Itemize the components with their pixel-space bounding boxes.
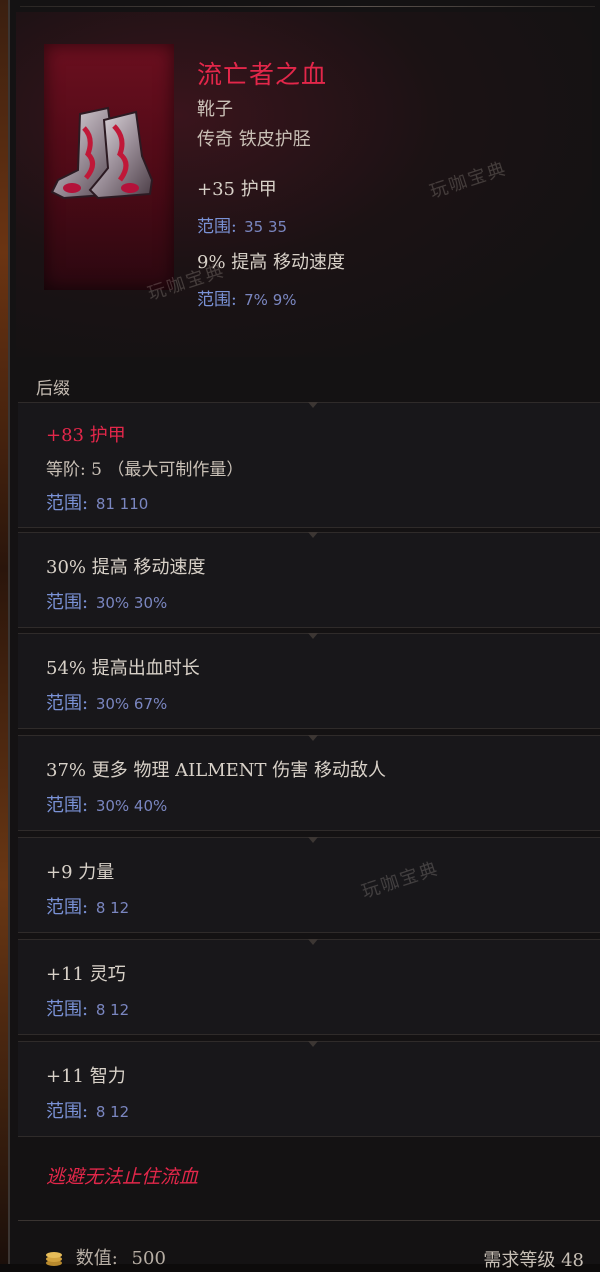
affix-row: 37% 更多 物理 AILMENT 伤害 移动敌人 范围: 30% 40% bbox=[18, 735, 600, 831]
range-label: 范围: bbox=[46, 795, 89, 816]
range-values: 7% 9% bbox=[244, 291, 297, 309]
affix-row: +9 力量 范围: 8 12 bbox=[18, 837, 600, 933]
range-label: 范围: bbox=[46, 493, 89, 514]
implicit-range: 范围: 35 35 bbox=[197, 212, 287, 237]
affix-range: 范围: 30% 67% bbox=[46, 689, 167, 715]
unique-effect-text: 逃避无法止住流血 bbox=[46, 1166, 199, 1188]
affix-row: +11 灵巧 范围: 8 12 bbox=[18, 939, 600, 1035]
value-label: 数值: bbox=[75, 1248, 118, 1269]
range-values: 30% 40% bbox=[95, 797, 168, 815]
affix-value: +11 智力 bbox=[46, 1066, 126, 1087]
range-values: 30% 30% bbox=[95, 594, 168, 612]
affix-value: +9 力量 bbox=[46, 862, 115, 883]
range-values: 30% 67% bbox=[95, 695, 168, 713]
red-boots-icon bbox=[50, 106, 154, 200]
range-label: 范围: bbox=[46, 1101, 89, 1122]
coin-stack-icon bbox=[44, 1249, 64, 1272]
implicit-value: +35 护甲 bbox=[197, 179, 277, 200]
item-value: 数值: 500 bbox=[44, 1244, 166, 1272]
range-label: 范围: bbox=[46, 999, 89, 1020]
item-rarity: 传奇 铁皮护胫 bbox=[197, 129, 311, 150]
affix-range: 范围: 8 12 bbox=[46, 1097, 129, 1123]
top-divider bbox=[20, 6, 595, 7]
range-values: 81 110 bbox=[95, 495, 149, 513]
affix-range: 范围: 30% 40% bbox=[46, 791, 167, 817]
implicit-range: 范围: 7% 9% bbox=[197, 285, 297, 310]
range-label: 范围: bbox=[197, 217, 237, 237]
range-label: 范围: bbox=[46, 693, 89, 714]
range-values: 8 12 bbox=[95, 899, 130, 917]
affix-range: 范围: 30% 30% bbox=[46, 588, 167, 614]
affix-value: 54% 提高出血时长 bbox=[46, 658, 200, 679]
affix-row: 30% 提高 移动速度 范围: 30% 30% bbox=[18, 532, 600, 628]
item-image-frame bbox=[44, 44, 174, 290]
item-type: 靴子 bbox=[197, 99, 233, 120]
range-label: 范围: bbox=[46, 897, 89, 918]
footer-divider bbox=[18, 1220, 600, 1221]
affix-range: 范围: 81 110 bbox=[46, 489, 148, 515]
affix-range: 范围: 8 12 bbox=[46, 893, 129, 919]
affix-value: +83 护甲 bbox=[46, 425, 126, 446]
range-values: 8 12 bbox=[95, 1103, 130, 1121]
range-label: 范围: bbox=[46, 592, 89, 613]
affix-row: 54% 提高出血时长 范围: 30% 67% bbox=[18, 633, 600, 729]
section-label-suffix: 后缀 bbox=[36, 379, 70, 399]
range-values: 8 12 bbox=[95, 1001, 130, 1019]
range-label: 范围: bbox=[197, 290, 237, 310]
affix-range: 范围: 8 12 bbox=[46, 995, 129, 1021]
affix-value: 37% 更多 物理 AILMENT 伤害 移动敌人 bbox=[46, 760, 387, 781]
affix-value: 30% 提高 移动速度 bbox=[46, 557, 206, 578]
affix-row: +11 智力 范围: 8 12 bbox=[18, 1041, 600, 1137]
background-edge bbox=[0, 0, 8, 1264]
affix-row: +83 护甲 等阶: 5 （最大可制作量） 范围: 81 110 bbox=[18, 402, 600, 528]
item-name: 流亡者之血 bbox=[197, 60, 328, 89]
range-values: 35 35 bbox=[244, 218, 288, 236]
affix-tier: 等阶: 5 （最大可制作量） bbox=[46, 460, 244, 480]
affix-value: +11 灵巧 bbox=[46, 964, 126, 985]
required-level: 需求等级 48 bbox=[483, 1250, 584, 1271]
value-amount: 500 bbox=[131, 1248, 166, 1269]
